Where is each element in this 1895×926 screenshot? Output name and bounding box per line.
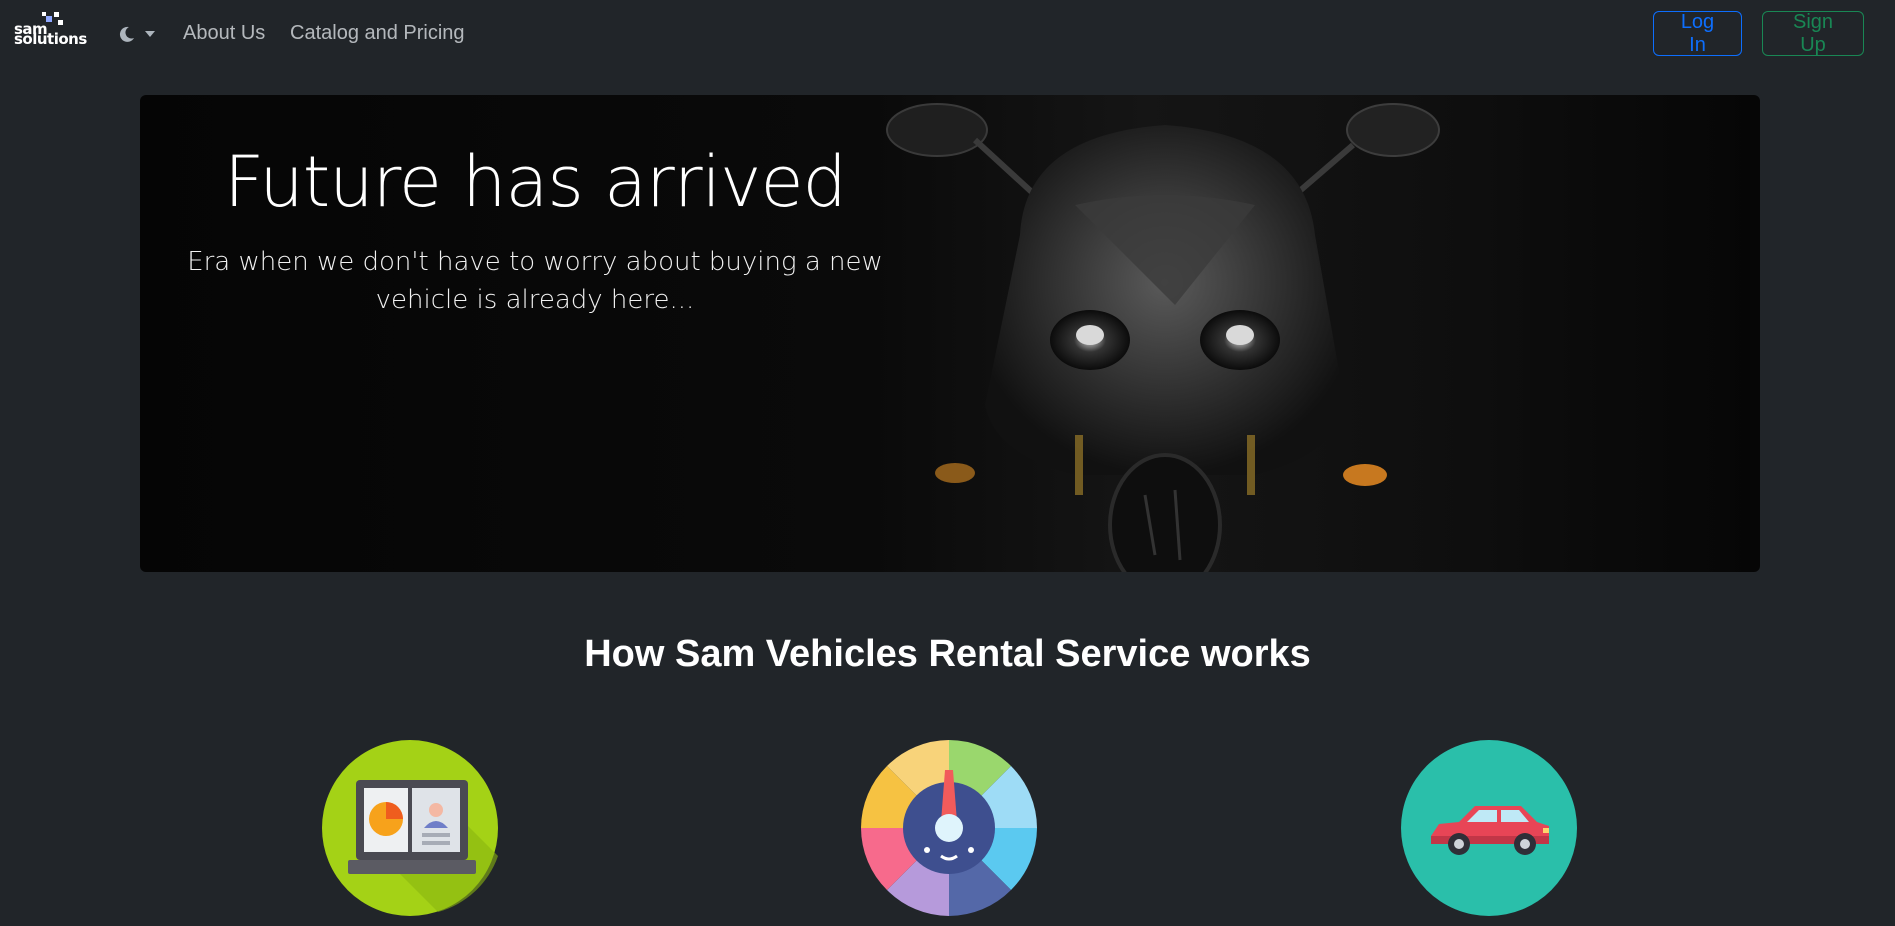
hero-subtitle: Era when we don't have to worry about bu… [187, 247, 883, 315]
brand-logo[interactable]: sam solutions [14, 12, 92, 48]
signup-button[interactable]: Sign Up [1762, 11, 1864, 56]
theme-toggle-dropdown[interactable] [118, 20, 166, 48]
moon-icon [119, 26, 134, 42]
hero-banner: Future has arrived Era when we don't hav… [140, 95, 1760, 572]
hero-title: Future has arrived [224, 141, 847, 223]
car-icon [1401, 740, 1577, 916]
nav-link-about-us[interactable]: About Us [183, 22, 265, 45]
nav-link-catalog-pricing[interactable]: Catalog and Pricing [290, 22, 465, 45]
how-it-works-title: How Sam Vehicles Rental Service works [584, 633, 1311, 675]
logo-text-solutions: solutions [14, 30, 87, 48]
speedometer-icon [861, 740, 1037, 916]
laptop-profile-icon [322, 740, 498, 916]
navbar: sam solutions About Us Catalog and Prici… [0, 0, 1895, 70]
login-button[interactable]: Log In [1653, 11, 1742, 56]
motorcycle-image [886, 103, 1440, 572]
caret-down-icon [145, 31, 155, 37]
